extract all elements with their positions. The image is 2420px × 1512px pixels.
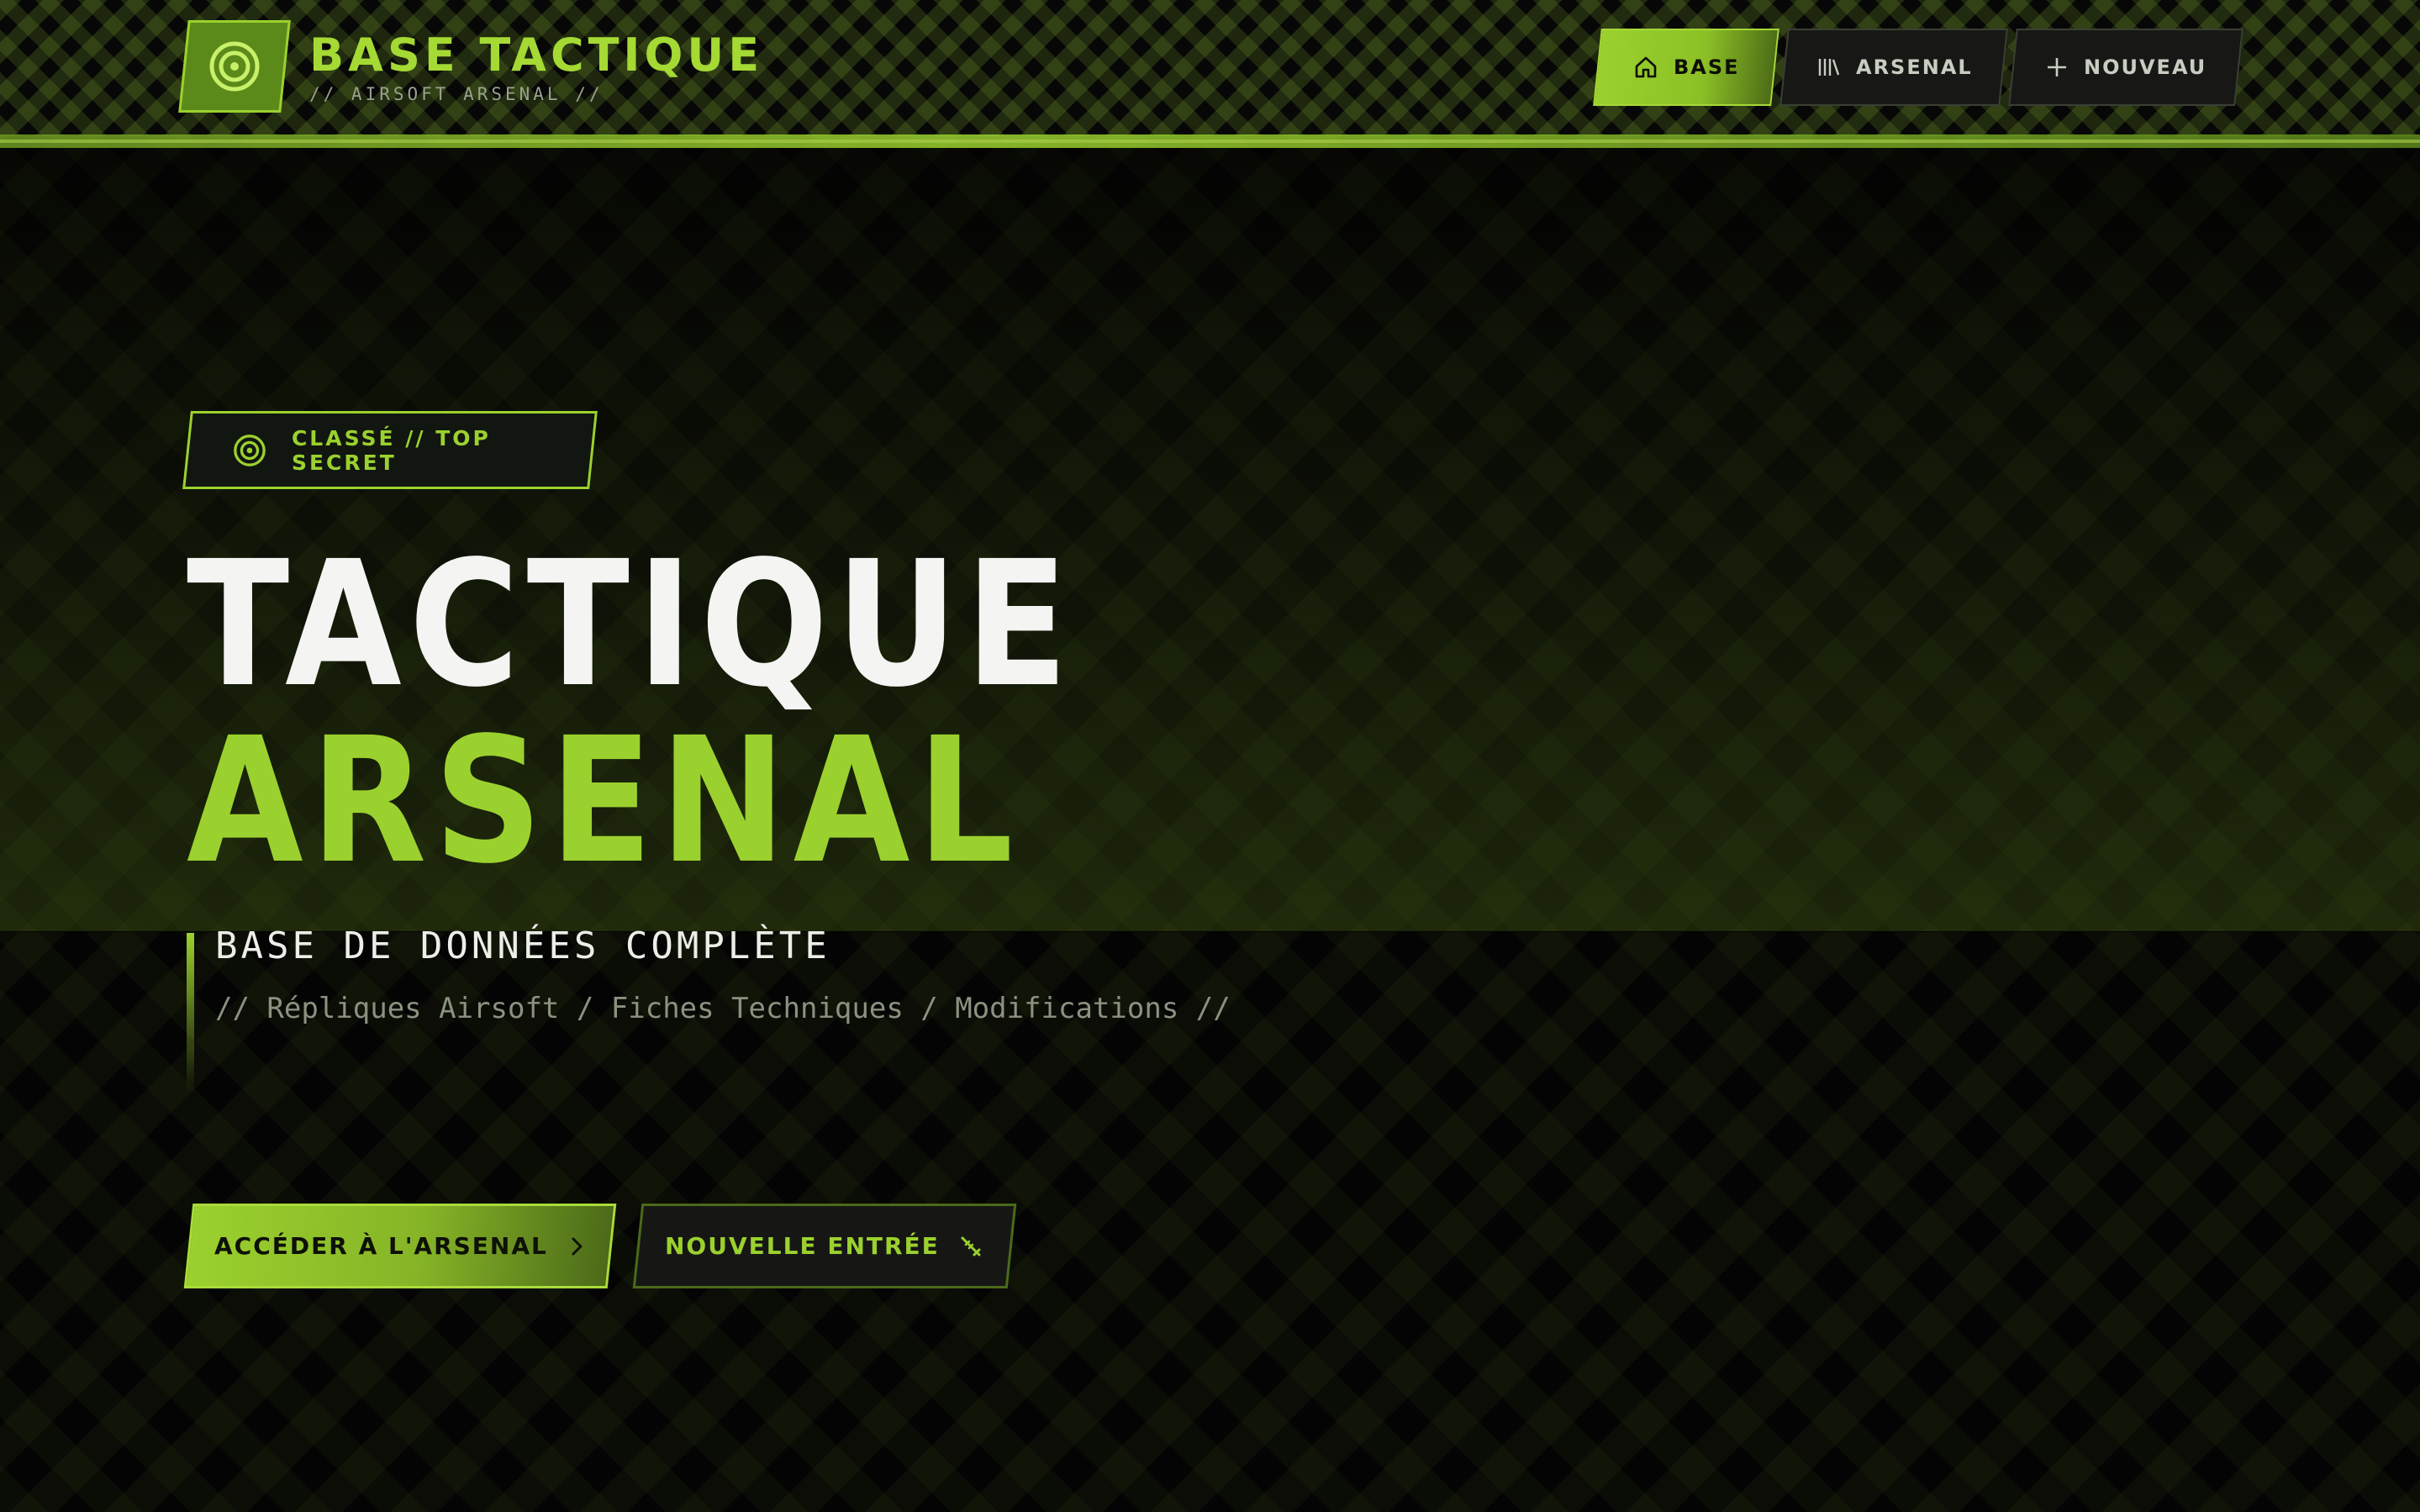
nav-base-button[interactable]: BASE: [1593, 29, 1779, 106]
brand-subtitle: // AIRSOFT ARSENAL //: [309, 84, 604, 104]
top-header: BASE TACTIQUE // AIRSOFT ARSENAL // BASE…: [0, 0, 2420, 136]
hero-tagline: // Répliques Airsoft / Fiches Techniques…: [215, 992, 1231, 1025]
logo[interactable]: [178, 20, 291, 113]
nav-base-label: BASE: [1673, 55, 1740, 79]
target-icon: [234, 434, 266, 466]
new-entry-button[interactable]: NOUVELLE ENTRÉE: [632, 1204, 1017, 1288]
subtitle-accent-bar: [187, 933, 194, 1093]
nav-nouveau-label: NOUVEAU: [2083, 55, 2207, 79]
classified-badge: CLASSÉ // TOP SECRET: [182, 411, 598, 489]
library-icon: [1818, 59, 1839, 76]
nav-arsenal-button[interactable]: ARSENAL: [1779, 29, 2008, 106]
syringe-icon: [961, 1236, 981, 1256]
page: BASE TACTIQUE // AIRSOFT ARSENAL // BASE…: [0, 0, 2420, 1512]
target-icon: [209, 41, 260, 92]
plus-icon: [2047, 58, 2066, 76]
classified-label: CLASSÉ // TOP SECRET: [292, 425, 491, 475]
header-divider: [0, 134, 2420, 148]
hero-title-line1: TACTIQUE: [187, 524, 1076, 725]
home-icon: [1635, 56, 1657, 78]
brand-title[interactable]: BASE TACTIQUE: [309, 29, 763, 82]
nav-nouveau-button[interactable]: NOUVEAU: [2008, 29, 2243, 106]
chevron-right-icon: [572, 1237, 583, 1255]
hero-subtitle: BASE DE DONNÉES COMPLÈTE: [215, 925, 830, 967]
access-arsenal-button[interactable]: ACCÉDER À L'ARSENAL: [183, 1204, 617, 1288]
nav-arsenal-label: ARSENAL: [1855, 55, 1973, 79]
new-entry-label: NOUVELLE ENTRÉE: [664, 1232, 940, 1260]
access-arsenal-label: ACCÉDER À L'ARSENAL: [214, 1232, 548, 1260]
hero-title-line2: ARSENAL: [187, 700, 1021, 902]
